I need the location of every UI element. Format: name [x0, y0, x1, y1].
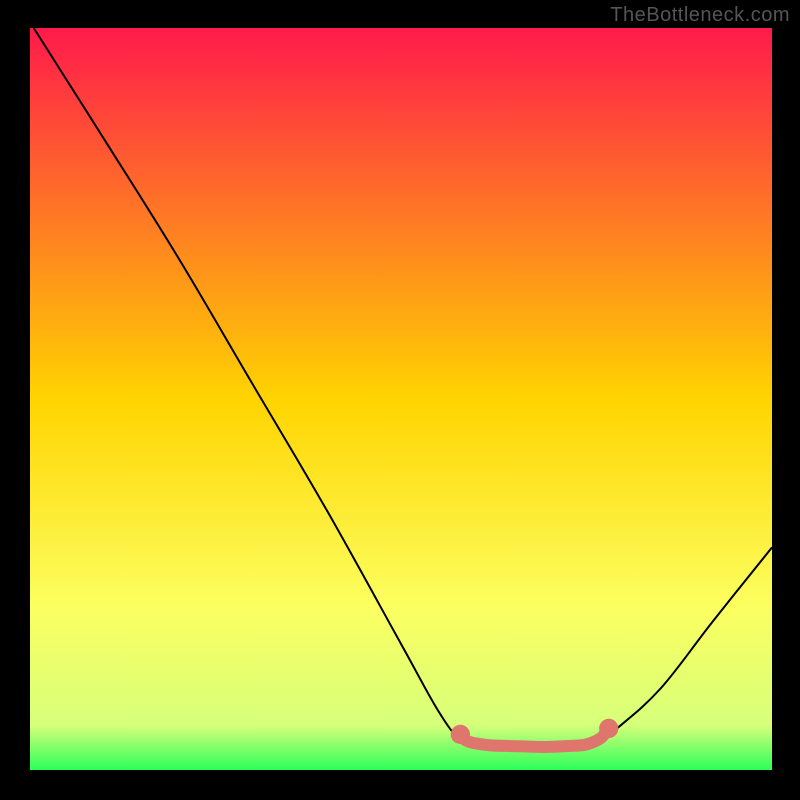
- watermark-text: TheBottleneck.com: [610, 4, 790, 27]
- annotation-optimal-band-endpoint-0: [451, 725, 470, 744]
- annotation-optimal-band-endpoint-1: [599, 719, 618, 738]
- chart-area: [30, 28, 772, 770]
- chart-background: [30, 28, 772, 770]
- chart-svg: [30, 28, 772, 770]
